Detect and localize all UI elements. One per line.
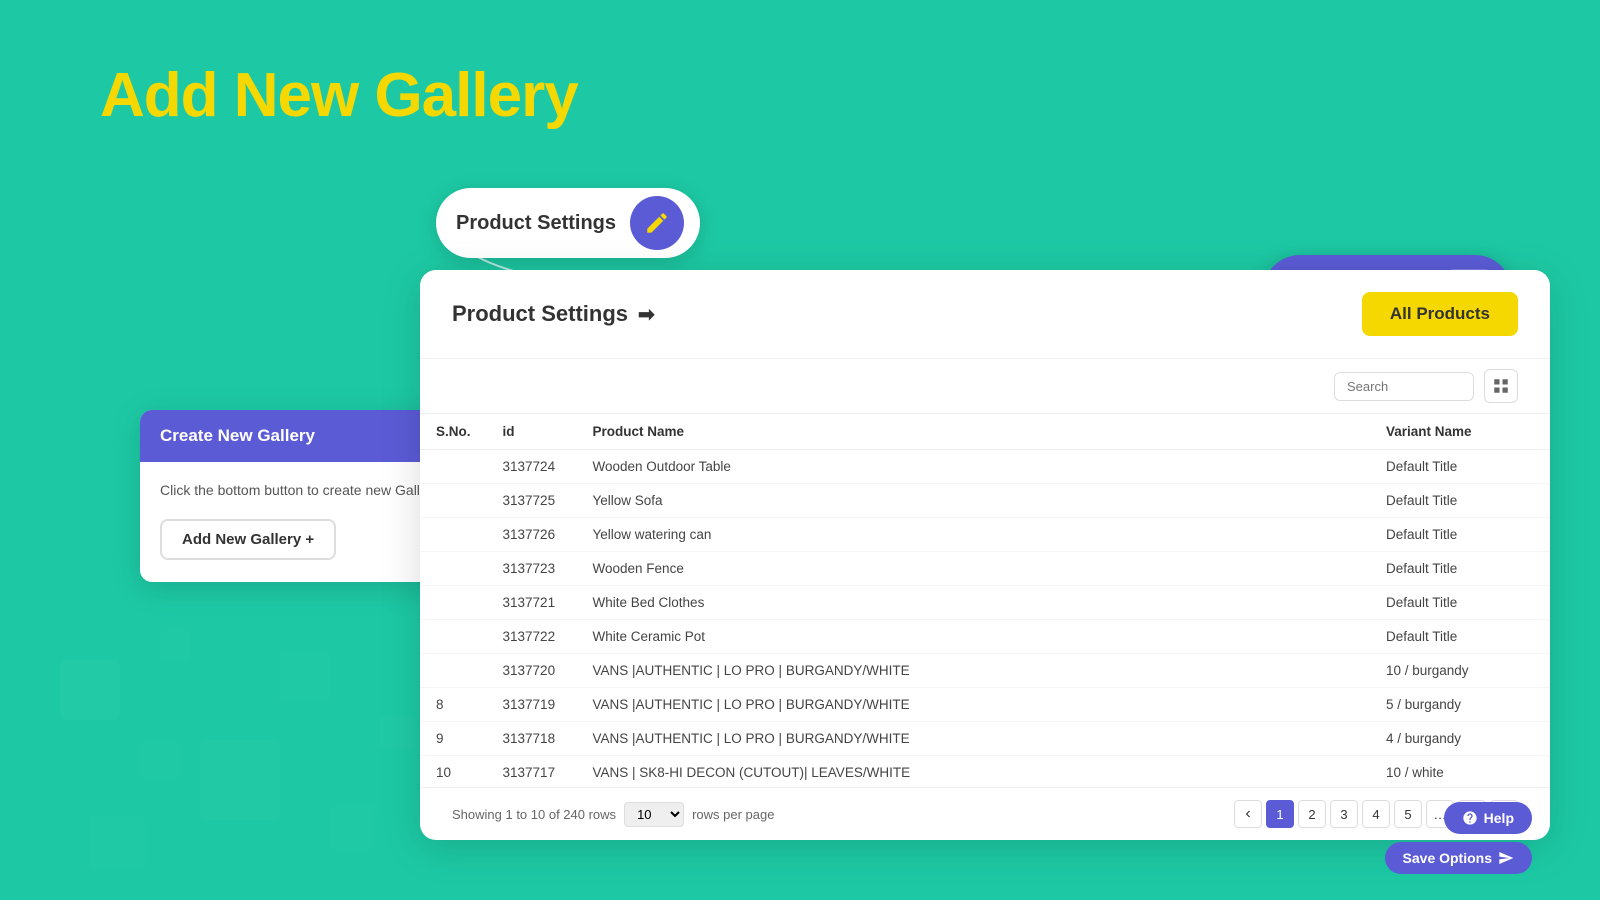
grid-icon: [1492, 377, 1510, 395]
table-row[interactable]: 3137720 VANS |AUTHENTIC | LO PRO | BURGA…: [420, 654, 1550, 688]
cell-name: VANS |AUTHENTIC | LO PRO | BURGANDY/WHIT…: [577, 688, 1370, 722]
save-icon-bottom: [1498, 850, 1514, 866]
cell-sno: [420, 654, 487, 688]
cell-name: VANS |AUTHENTIC | LO PRO | BURGANDY/WHIT…: [577, 722, 1370, 756]
col-header-variant: Variant Name: [1370, 414, 1550, 450]
cell-variant: 4 / burgandy: [1370, 722, 1550, 756]
arrow-icon: ➡: [638, 302, 655, 327]
add-new-gallery-button[interactable]: Add New Gallery +: [160, 519, 336, 560]
product-settings-tooltip[interactable]: Product Settings: [436, 188, 700, 258]
help-label: Help: [1484, 810, 1514, 826]
cell-variant: 10 / burgandy: [1370, 654, 1550, 688]
rows-per-page-label: rows per page: [692, 807, 774, 822]
showing-text: Showing 1 to 10 of 240 rows: [452, 807, 616, 822]
products-table: S.No. id Product Name Variant Name 31377…: [420, 414, 1550, 787]
help-button[interactable]: Help: [1444, 802, 1532, 834]
cell-variant: Default Title: [1370, 484, 1550, 518]
table-row[interactable]: 3137721 White Bed Clothes Default Title: [420, 586, 1550, 620]
cell-sno: 10: [420, 756, 487, 788]
cell-variant: Default Title: [1370, 552, 1550, 586]
cell-id: 3137726: [487, 518, 577, 552]
table-row[interactable]: 3137725 Yellow Sofa Default Title: [420, 484, 1550, 518]
cell-id: 3137721: [487, 586, 577, 620]
search-input[interactable]: [1334, 372, 1474, 401]
main-panel: Product Settings ➡ All Products S.No. id…: [420, 270, 1550, 840]
cell-variant: Default Title: [1370, 586, 1550, 620]
table-row[interactable]: 3137723 Wooden Fence Default Title: [420, 552, 1550, 586]
product-table: S.No. id Product Name Variant Name 31377…: [420, 414, 1550, 787]
rows-per-page-select[interactable]: 10 25 50 100: [624, 802, 684, 827]
col-header-id: id: [487, 414, 577, 450]
panel-header: Product Settings ➡ All Products: [420, 270, 1550, 359]
table-row[interactable]: 3137726 Yellow watering can Default Titl…: [420, 518, 1550, 552]
panel-toolbar: [420, 359, 1550, 414]
cell-name: VANS | SK8-HI DECON (CUTOUT)| LEAVES/WHI…: [577, 756, 1370, 788]
gallery-card-title: Create New Gallery: [160, 426, 315, 445]
cell-id: 3137723: [487, 552, 577, 586]
cell-variant: 10 / white: [1370, 756, 1550, 788]
cell-id: 3137724: [487, 450, 577, 484]
cell-name: VANS |AUTHENTIC | LO PRO | BURGANDY/WHIT…: [577, 654, 1370, 688]
cell-variant: Default Title: [1370, 620, 1550, 654]
cell-id: 3137717: [487, 756, 577, 788]
page-title: Add New Gallery: [100, 60, 578, 131]
edit-icon-circle: [630, 196, 684, 250]
cell-sno: [420, 586, 487, 620]
cell-name: White Ceramic Pot: [577, 620, 1370, 654]
bottom-right-buttons: Help Save Options: [1385, 802, 1532, 874]
panel-header-title: Product Settings ➡: [452, 301, 655, 327]
cell-variant: Default Title: [1370, 518, 1550, 552]
cell-name: White Bed Clothes: [577, 586, 1370, 620]
rows-per-page-control: Showing 1 to 10 of 240 rows 10 25 50 100…: [452, 802, 774, 827]
cell-id: 3137719: [487, 688, 577, 722]
col-header-name: Product Name: [577, 414, 1370, 450]
cell-id: 3137720: [487, 654, 577, 688]
table-header: S.No. id Product Name Variant Name: [420, 414, 1550, 450]
product-settings-tooltip-label: Product Settings: [456, 212, 616, 235]
cell-id: 3137722: [487, 620, 577, 654]
cell-sno: [420, 620, 487, 654]
edit-icon: [644, 210, 670, 236]
cell-variant: Default Title: [1370, 450, 1550, 484]
table-row[interactable]: 10 3137717 VANS | SK8-HI DECON (CUTOUT)|…: [420, 756, 1550, 788]
cell-sno: [420, 518, 487, 552]
cell-variant: 5 / burgandy: [1370, 688, 1550, 722]
table-row[interactable]: 8 3137719 VANS |AUTHENTIC | LO PRO | BUR…: [420, 688, 1550, 722]
cell-name: Yellow Sofa: [577, 484, 1370, 518]
pagination-page-1[interactable]: 1: [1266, 800, 1294, 828]
grid-toggle-button[interactable]: [1484, 369, 1518, 403]
pagination-page-3[interactable]: 3: [1330, 800, 1358, 828]
cell-sno: [420, 484, 487, 518]
pagination-prev[interactable]: ‹: [1234, 800, 1262, 828]
cell-name: Yellow watering can: [577, 518, 1370, 552]
table-row[interactable]: 9 3137718 VANS |AUTHENTIC | LO PRO | BUR…: [420, 722, 1550, 756]
all-products-button[interactable]: All Products: [1362, 292, 1518, 336]
table-row[interactable]: 3137722 White Ceramic Pot Default Title: [420, 620, 1550, 654]
table-row[interactable]: 3137724 Wooden Outdoor Table Default Tit…: [420, 450, 1550, 484]
help-icon: [1462, 810, 1478, 826]
cell-sno: [420, 552, 487, 586]
pagination-page-2[interactable]: 2: [1298, 800, 1326, 828]
table-body: 3137724 Wooden Outdoor Table Default Tit…: [420, 450, 1550, 788]
save-options-bottom-label: Save Options: [1403, 850, 1492, 866]
cell-sno: 9: [420, 722, 487, 756]
cell-id: 3137718: [487, 722, 577, 756]
cell-name: Wooden Outdoor Table: [577, 450, 1370, 484]
save-options-bottom-button[interactable]: Save Options: [1385, 842, 1532, 874]
panel-title-text: Product Settings: [452, 301, 628, 327]
cell-sno: 8: [420, 688, 487, 722]
cell-id: 3137725: [487, 484, 577, 518]
cell-sno: [420, 450, 487, 484]
col-header-sno: S.No.: [420, 414, 487, 450]
cell-name: Wooden Fence: [577, 552, 1370, 586]
panel-footer: Showing 1 to 10 of 240 rows 10 25 50 100…: [420, 787, 1550, 840]
